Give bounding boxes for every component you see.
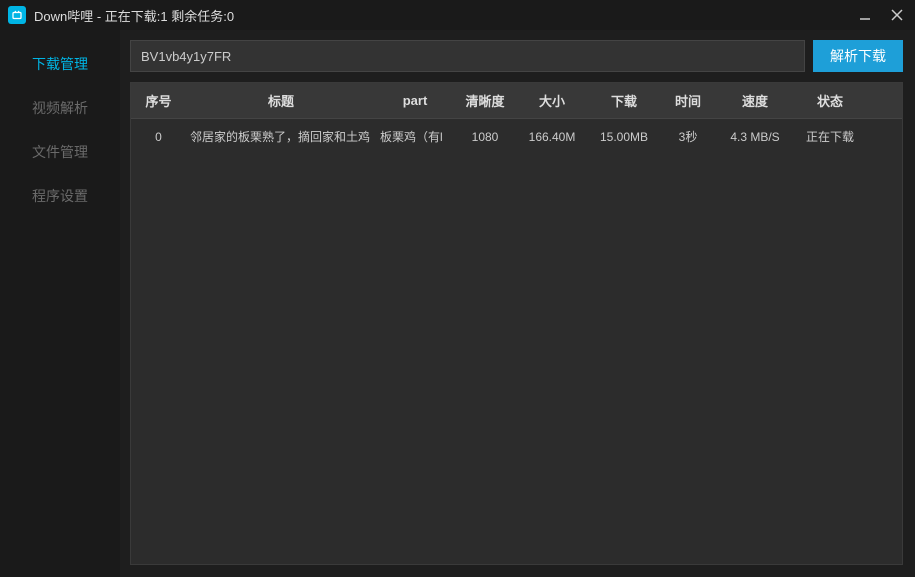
header-seq[interactable]: 序号 <box>131 91 186 110</box>
app-icon <box>8 6 26 24</box>
cell-time: 3秒 <box>660 128 716 145</box>
url-input[interactable] <box>130 40 805 72</box>
header-speed[interactable]: 速度 <box>716 91 794 110</box>
titlebar: Down哔哩 - 正在下载:1 剩余任务:0 <box>0 0 915 30</box>
sidebar-item-label: 文件管理 <box>32 144 88 160</box>
sidebar-item-download-manager[interactable]: 下载管理 <box>0 42 120 86</box>
main-content: 解析下载 序号 标题 part 清晰度 大小 下载 时间 速度 状态 0 邻居家… <box>120 30 915 577</box>
cell-title: 邻居家的板栗熟了，摘回家和土鸡 <box>186 128 376 145</box>
header-part[interactable]: part <box>376 93 454 108</box>
header-time[interactable]: 时间 <box>660 91 716 110</box>
cell-status: 正在下载 <box>794 128 866 145</box>
close-button[interactable] <box>887 5 907 25</box>
header-quality[interactable]: 清晰度 <box>454 91 516 110</box>
cell-seq: 0 <box>131 130 186 144</box>
sidebar-item-label: 下载管理 <box>32 56 88 72</box>
header-size[interactable]: 大小 <box>516 91 588 110</box>
header-download[interactable]: 下载 <box>588 91 660 110</box>
cell-quality: 1080 <box>454 130 516 144</box>
sidebar-item-label: 程序设置 <box>32 188 88 204</box>
sidebar-item-label: 视频解析 <box>32 100 88 116</box>
window-title: Down哔哩 - 正在下载:1 剩余任务:0 <box>34 6 855 25</box>
download-table: 序号 标题 part 清晰度 大小 下载 时间 速度 状态 0 邻居家的板栗熟了… <box>130 82 903 565</box>
cell-download: 15.00MB <box>588 130 660 144</box>
table-row[interactable]: 0 邻居家的板栗熟了，摘回家和土鸡 板栗鸡（有l 1080 166.40M 15… <box>131 119 902 155</box>
cell-speed: 4.3 MB/S <box>716 130 794 144</box>
sidebar-item-settings[interactable]: 程序设置 <box>0 174 120 218</box>
parse-download-button[interactable]: 解析下载 <box>813 40 903 72</box>
cell-part: 板栗鸡（有l <box>376 128 454 145</box>
minimize-button[interactable] <box>855 5 875 25</box>
sidebar-item-file-manager[interactable]: 文件管理 <box>0 130 120 174</box>
sidebar-item-video-parse[interactable]: 视频解析 <box>0 86 120 130</box>
table-header: 序号 标题 part 清晰度 大小 下载 时间 速度 状态 <box>131 83 902 119</box>
sidebar: 下载管理 视频解析 文件管理 程序设置 <box>0 30 120 577</box>
header-status[interactable]: 状态 <box>794 91 866 110</box>
cell-size: 166.40M <box>516 130 588 144</box>
header-title[interactable]: 标题 <box>186 91 376 110</box>
